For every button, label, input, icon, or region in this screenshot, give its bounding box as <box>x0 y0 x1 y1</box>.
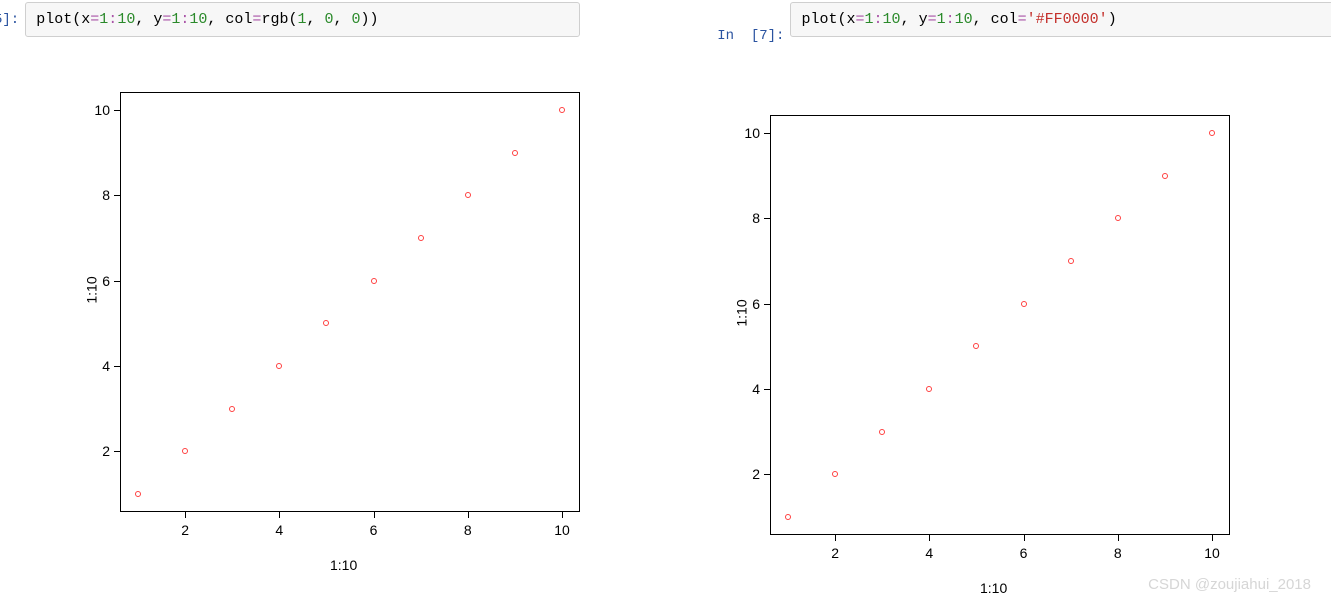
data-point <box>926 386 932 392</box>
x-tick-label: 2 <box>175 522 195 538</box>
data-point <box>135 491 141 497</box>
x-tick-label: 6 <box>1014 545 1034 561</box>
code-input[interactable]: plot(x=1:10, y=1:10, col=rgb(1, 0, 0)) <box>25 2 580 37</box>
y-tick-label: 10 <box>736 125 760 141</box>
data-point <box>785 514 791 520</box>
data-point <box>559 107 565 113</box>
scatter-plot: 2468102468101:101:10 <box>680 95 1240 605</box>
cell-5: 5]: plot(x=1:10, y=1:10, col=rgb(1, 0, 0… <box>0 2 590 605</box>
data-point <box>1209 130 1215 136</box>
data-point <box>1021 301 1027 307</box>
code-input[interactable]: plot(x=1:10, y=1:10, col='#FF0000') <box>790 2 1331 37</box>
x-axis-label: 1:10 <box>330 557 357 573</box>
scatter-plot: 2468102468101:101:10 <box>30 72 590 582</box>
x-tick-label: 10 <box>1202 545 1222 561</box>
plot-frame <box>120 92 580 512</box>
watermark: CSDN @zoujiahui_2018 <box>1148 576 1311 593</box>
data-point <box>973 343 979 349</box>
data-point <box>512 150 518 156</box>
data-point <box>418 235 424 241</box>
x-tick-label: 2 <box>825 545 845 561</box>
x-axis-label: 1:10 <box>980 580 1007 596</box>
x-tick-label: 6 <box>364 522 384 538</box>
y-tick-label: 10 <box>86 102 110 118</box>
y-tick-label: 8 <box>736 210 760 226</box>
x-tick-label: 8 <box>458 522 478 538</box>
data-point <box>229 406 235 412</box>
data-point <box>182 448 188 454</box>
x-tick-label: 4 <box>919 545 939 561</box>
cell-prompt-partial: 5]: <box>0 2 19 28</box>
data-point <box>1068 258 1074 264</box>
y-tick-label: 4 <box>736 381 760 397</box>
data-point <box>371 278 377 284</box>
cell-7: In [7]: plot(x=1:10, y=1:10, col='#FF000… <box>650 2 1331 605</box>
y-axis-label: 1:10 <box>84 276 100 303</box>
y-tick-label: 4 <box>86 358 110 374</box>
plot-output: 2468102468101:101:10 <box>680 95 1331 605</box>
y-tick-label: 2 <box>736 466 760 482</box>
data-point <box>276 363 282 369</box>
y-tick-label: 2 <box>86 443 110 459</box>
x-tick-label: 4 <box>269 522 289 538</box>
data-point <box>832 471 838 477</box>
x-tick-label: 10 <box>552 522 572 538</box>
plot-output: 2468102468101:101:10 <box>30 72 590 582</box>
data-point <box>465 192 471 198</box>
data-point <box>323 320 329 326</box>
data-point <box>1162 173 1168 179</box>
cell-prompt: In [7]: <box>650 2 784 60</box>
y-tick-label: 8 <box>86 187 110 203</box>
data-point <box>879 429 885 435</box>
x-tick-label: 8 <box>1108 545 1128 561</box>
notebook-cells: 5]: plot(x=1:10, y=1:10, col=rgb(1, 0, 0… <box>0 0 1331 605</box>
y-axis-label: 1:10 <box>734 299 750 326</box>
data-point <box>1115 215 1121 221</box>
plot-frame <box>770 115 1230 535</box>
